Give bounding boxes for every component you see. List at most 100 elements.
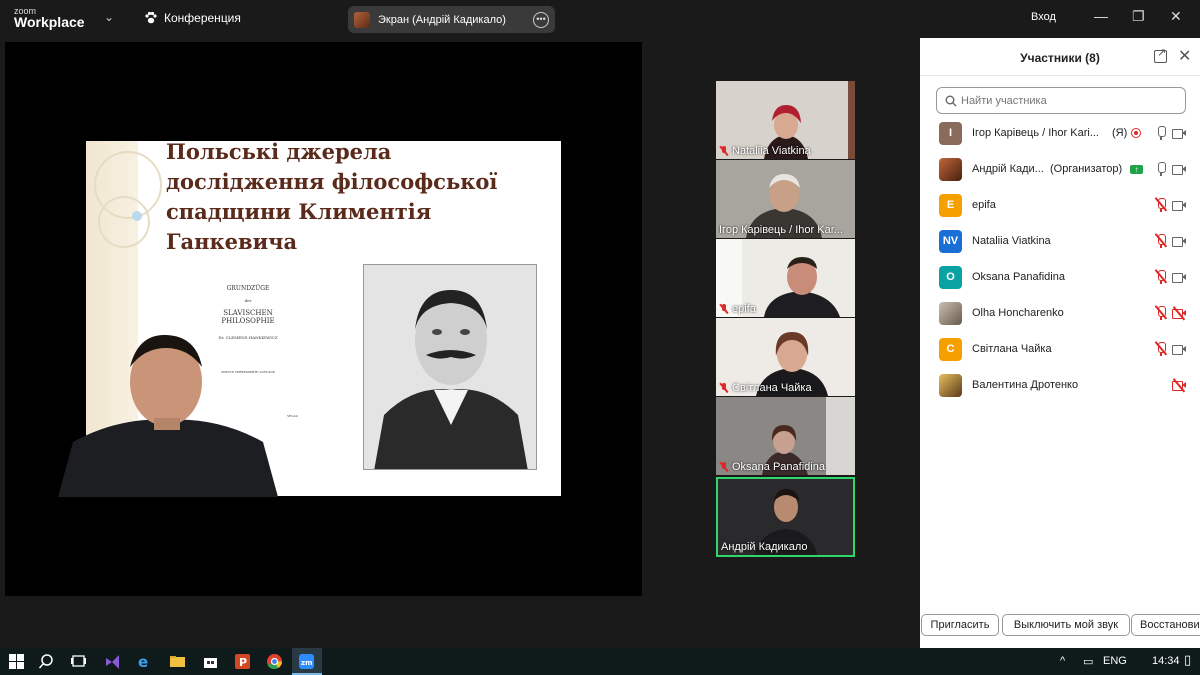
store-icon[interactable]	[202, 653, 219, 670]
video-tile[interactable]: epifa	[716, 239, 855, 317]
title-bar: zoom Workplace ⌄ Конференция Экран (Андр…	[0, 0, 1200, 38]
popout-icon[interactable]	[1154, 46, 1167, 63]
camera-icon[interactable]	[1172, 128, 1187, 139]
clock[interactable]: 14:34	[1152, 655, 1180, 667]
chrome-icon[interactable]	[266, 653, 283, 670]
participants-panel: Участники (8) ✕ I Ігор Карівець / Ihor K…	[920, 38, 1200, 648]
camera-icon[interactable]	[1172, 236, 1187, 247]
zoom-taskbar-button[interactable]: zm	[292, 648, 322, 675]
zoom-logo: zoom Workplace	[14, 6, 85, 30]
video-tile[interactable]: Oksana Panafidina	[716, 397, 855, 475]
search-input[interactable]	[961, 94, 1181, 107]
screen-share-label: Экран (Андрій Кадикало)	[378, 13, 506, 26]
mic-off-icon	[719, 146, 729, 156]
mic-off-icon[interactable]	[1154, 233, 1167, 248]
screen-share-pill[interactable]: Экран (Андрій Кадикало) •••	[348, 6, 555, 33]
participant-role: (Я)	[1112, 127, 1128, 139]
participant-row[interactable]: E epifa	[920, 187, 1200, 223]
network-icon[interactable]: ▭	[1083, 655, 1093, 668]
panel-header: Участники (8) ✕	[920, 38, 1200, 76]
participant-row[interactable]: I Ігор Карівець / Ihor Kari... (Я)	[920, 115, 1200, 151]
svg-text:P: P	[239, 656, 247, 669]
notifications-icon[interactable]: ▯	[1184, 652, 1191, 668]
participant-row[interactable]: O Oksana Panafidina	[920, 259, 1200, 295]
book-line: GRUNDZÜGE	[226, 285, 270, 292]
video-tile[interactable]: Nataliia Viatkina	[716, 81, 855, 159]
participant-row[interactable]: NV Nataliia Viatkina	[920, 223, 1200, 259]
invite-button[interactable]: Пригласить	[921, 614, 999, 636]
signin-button[interactable]: Вход	[1031, 11, 1056, 23]
avatar	[939, 158, 962, 181]
participant-name: Валентина Дротенко	[972, 379, 1079, 391]
video-tile[interactable]: Світлана Чайка	[716, 318, 855, 396]
search-icon[interactable]	[38, 653, 55, 670]
edge-icon[interactable]: e	[136, 653, 153, 670]
mic-off-icon	[719, 383, 729, 393]
participant-row[interactable]: Валентина Дротенко	[920, 367, 1200, 403]
mic-off-icon[interactable]	[1154, 341, 1167, 356]
video-tile-active[interactable]: Андрій Кадикало	[716, 477, 855, 557]
avatar	[939, 302, 962, 325]
mic-icon[interactable]	[1155, 162, 1167, 176]
powerpoint-icon[interactable]: P	[234, 653, 251, 670]
minimize-icon[interactable]: —	[1094, 8, 1108, 24]
decor-ring	[98, 196, 150, 248]
more-options-icon[interactable]: •••	[533, 11, 549, 28]
mic-off-icon	[719, 462, 729, 472]
screen-share-icon: ↑	[1130, 165, 1143, 174]
tile-name: Ігор Карівець / Ihor Kar...	[719, 224, 843, 236]
participant-name: Андрій Кади...	[972, 163, 1044, 175]
camera-off-icon[interactable]	[1172, 306, 1187, 321]
avatar: NV	[939, 230, 962, 253]
language-indicator[interactable]: ENG	[1103, 655, 1127, 667]
zoom-app-icon: zm	[299, 654, 314, 669]
tile-name: Світлана Чайка	[719, 382, 812, 394]
meeting-menu[interactable]: Конференция	[144, 11, 241, 25]
tile-name: Oksana Panafidina	[719, 461, 825, 473]
portrait-engraving	[363, 264, 537, 470]
tray-chevron-up-icon[interactable]: ^	[1060, 655, 1065, 667]
restore-window-icon[interactable]: ❐	[1132, 8, 1145, 25]
task-view-icon[interactable]	[70, 653, 87, 670]
mute-me-button[interactable]: Выключить мой звук	[1002, 614, 1130, 636]
file-explorer-icon[interactable]	[169, 653, 186, 670]
participant-name: Світлана Чайка	[972, 343, 1052, 355]
recording-icon	[1131, 128, 1141, 138]
camera-icon[interactable]	[1172, 200, 1187, 211]
participant-name: epifa	[972, 199, 996, 211]
participant-name: Oksana Panafidina	[972, 271, 1065, 283]
mic-off-icon[interactable]	[1154, 197, 1167, 212]
panel-footer: Пригласить Выключить мой звук Восстанови	[920, 614, 1200, 648]
restore-button[interactable]: Восстанови	[1131, 614, 1200, 636]
paw-icon	[145, 11, 157, 24]
mic-off-icon[interactable]	[1154, 305, 1167, 320]
camera-off-icon[interactable]	[1172, 378, 1187, 393]
camera-icon[interactable]	[1172, 272, 1187, 283]
participant-row[interactable]: Olha Honcharenko	[920, 295, 1200, 331]
mic-icon[interactable]	[1155, 126, 1167, 140]
avatar: E	[939, 194, 962, 217]
logo-bottom-text: Workplace	[14, 14, 85, 30]
sharer-avatar	[354, 11, 370, 28]
tile-name: epifa	[719, 303, 756, 315]
mic-off-icon	[719, 304, 729, 314]
camera-icon[interactable]	[1172, 164, 1187, 175]
chevron-down-icon[interactable]: ⌄	[104, 10, 114, 24]
avatar: O	[939, 266, 962, 289]
close-icon[interactable]: ✕	[1178, 46, 1191, 66]
close-window-icon[interactable]: ✕	[1170, 8, 1182, 25]
windows-start-icon[interactable]	[8, 653, 25, 670]
participant-search[interactable]	[936, 87, 1186, 114]
tile-name: Nataliia Viatkina	[719, 145, 811, 157]
slide-title: Польські джерела дослідження філософсько…	[166, 141, 498, 254]
participant-role: (Организатор)	[1050, 163, 1123, 175]
video-tile[interactable]: Ігор Карівець / Ihor Kar...	[716, 160, 855, 238]
camera-icon[interactable]	[1172, 344, 1187, 355]
mic-off-icon[interactable]	[1154, 269, 1167, 284]
svg-text:e: e	[138, 653, 148, 670]
visual-studio-icon[interactable]	[104, 653, 121, 670]
participant-row[interactable]: C Світлана Чайка	[920, 331, 1200, 367]
avatar: C	[939, 338, 962, 361]
search-icon	[945, 95, 957, 106]
participant-row[interactable]: Андрій Кади... (Организатор) ↑	[920, 151, 1200, 187]
